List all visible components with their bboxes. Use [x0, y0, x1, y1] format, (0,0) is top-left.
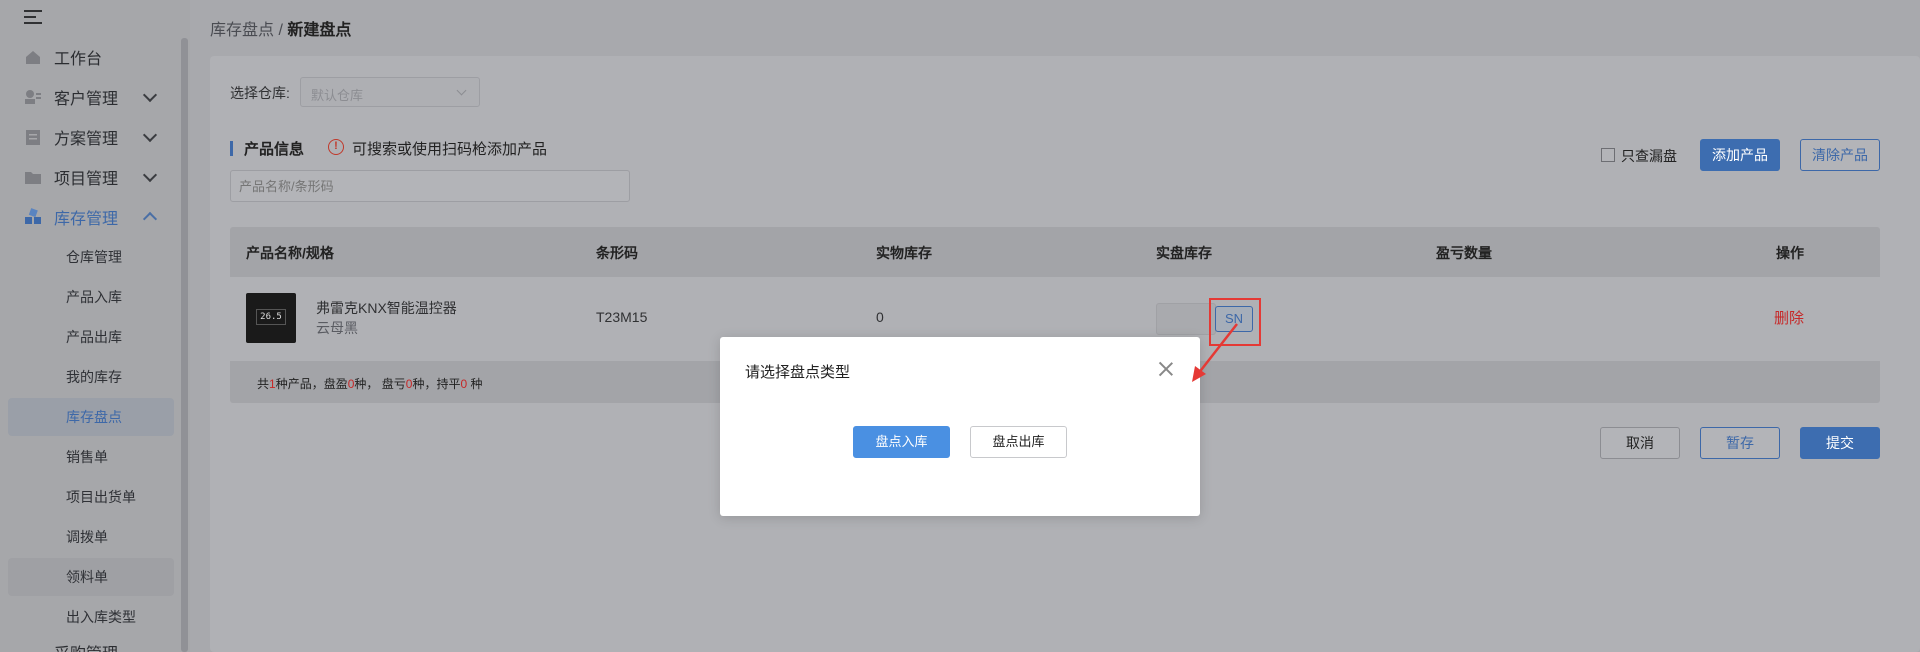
summary-text: 共 — [257, 377, 270, 391]
only-missing-checkbox[interactable] — [1601, 148, 1615, 162]
product-name: 弗雷克KNX智能温控器 — [316, 300, 457, 316]
breadcrumb-current: 新建盘点 — [287, 22, 352, 39]
section-title: 产品信息 — [244, 141, 305, 158]
column-header: 实物库存 — [876, 245, 932, 261]
column-header: 操作 — [1776, 245, 1804, 261]
sidebar-item-purchasing[interactable]: 采购管理 — [24, 638, 174, 652]
sidebar-item-label: 工作台 — [54, 51, 103, 68]
product-search-input[interactable] — [230, 170, 630, 202]
physical-stock: 0 — [876, 309, 884, 325]
cancel-button[interactable]: 取消 — [1600, 427, 1680, 459]
sidebar-item-projects[interactable]: 项目管理 — [24, 163, 174, 191]
dialog-title: 请选择盘点类型 — [745, 364, 851, 381]
chevron-down-icon — [142, 127, 158, 143]
sidebar-subitem-label: 产品出库 — [66, 329, 122, 345]
sidebar-subitem-requisition[interactable]: 领料单 — [8, 558, 174, 596]
stocktaking-out-button[interactable]: 盘点出库 — [970, 426, 1067, 458]
sidebar-item-inventory[interactable]: 库存管理 — [24, 203, 174, 231]
sidebar-subitem-label: 销售单 — [66, 449, 108, 465]
close-icon[interactable] — [1157, 360, 1175, 378]
section-marker — [230, 141, 233, 156]
sidebar-subitem-my-stock[interactable]: 我的库存 — [8, 358, 174, 396]
sidebar-subitem-label: 我的库存 — [66, 369, 122, 385]
annotation-arrow-icon — [1192, 323, 1238, 382]
sidebar-subitem-project-shipment[interactable]: 项目出货单 — [8, 478, 174, 516]
chevron-down-icon — [142, 87, 158, 103]
summary-text: 种产品，盘盈 — [275, 377, 348, 391]
delete-link[interactable]: 删除 — [1774, 307, 1804, 328]
sidebar-item-label: 方案管理 — [54, 131, 119, 148]
product-barcode: T23M15 — [596, 309, 648, 325]
sidebar-item-customers[interactable]: 客户管理 — [24, 83, 174, 111]
sidebar-item-label: 客户管理 — [54, 91, 119, 108]
column-header: 盈亏数量 — [1436, 245, 1492, 261]
column-header: 实盘库存 — [1156, 245, 1212, 261]
breadcrumb: 库存盘点 / 新建盘点 — [210, 16, 351, 40]
purchase-icon — [24, 643, 42, 652]
sidebar-subitem-stock-in[interactable]: 产品入库 — [8, 278, 174, 316]
sidebar-subitem-warehouse[interactable]: 仓库管理 — [8, 238, 174, 276]
stocktaking-in-button[interactable]: 盘点入库 — [853, 426, 950, 458]
sidebar-subitem-label: 领料单 — [66, 569, 108, 585]
summary-text: 种， 盘亏 — [354, 377, 406, 391]
sidebar-subitem-io-types[interactable]: 出入库类型 — [8, 598, 174, 636]
summary-count: 1 — [269, 377, 276, 391]
customer-icon — [24, 88, 42, 106]
sidebar-item-label: 项目管理 — [54, 171, 119, 188]
sidebar-subitem-transfer[interactable]: 调拨单 — [8, 518, 174, 556]
only-missing-label[interactable]: 只查漏盘 — [1621, 146, 1677, 166]
summary-text: 种，持平 — [412, 377, 461, 391]
folder-icon — [24, 168, 42, 186]
chevron-up-icon — [142, 211, 158, 227]
sidebar-subitem-sales-order[interactable]: 销售单 — [8, 438, 174, 476]
submit-button[interactable]: 提交 — [1800, 427, 1880, 459]
sidebar-subitem-label: 库存盘点 — [66, 409, 122, 425]
save-draft-button[interactable]: 暂存 — [1700, 427, 1780, 459]
sidebar-subitem-label: 产品入库 — [66, 289, 122, 305]
clear-products-button[interactable]: 清除产品 — [1800, 139, 1880, 171]
summary-text: 种 — [467, 377, 483, 391]
chevron-down-icon — [142, 167, 158, 183]
stocktaking-type-dialog: 请选择盘点类型 盘点入库 盘点出库 — [720, 337, 1200, 516]
menu-collapse-icon[interactable] — [24, 8, 44, 26]
column-header: 产品名称/规格 — [246, 245, 334, 261]
inventory-icon — [24, 208, 42, 226]
sidebar-item-label: 采购管理 — [54, 640, 118, 652]
warning-icon: ! — [328, 139, 344, 155]
add-product-button[interactable]: 添加产品 — [1700, 139, 1780, 171]
sidebar-subitem-stocktaking[interactable]: 库存盘点 — [8, 398, 174, 436]
sidebar-subitem-label: 出入库类型 — [66, 609, 136, 625]
warehouse-label: 选择仓库: — [230, 85, 290, 101]
document-icon — [24, 128, 42, 146]
sidebar-scrollbar[interactable] — [181, 38, 188, 652]
table-header: 产品名称/规格 条形码 实物库存 实盘库存 盈亏数量 操作 — [230, 227, 1880, 277]
sidebar-item-workbench[interactable]: 工作台 — [24, 43, 174, 71]
sidebar-subitem-label: 项目出货单 — [66, 489, 136, 505]
breadcrumb-parent[interactable]: 库存盘点 — [210, 22, 274, 39]
product-spec: 云母黑 — [316, 320, 358, 336]
sidebar-subitem-stock-out[interactable]: 产品出库 — [8, 318, 174, 356]
sidebar-item-label: 库存管理 — [54, 211, 119, 228]
column-header: 条形码 — [596, 245, 638, 261]
sidebar-item-solutions[interactable]: 方案管理 — [24, 123, 174, 151]
sidebar-subitem-label: 仓库管理 — [66, 249, 122, 265]
breadcrumb-separator: / — [278, 22, 283, 39]
product-thumbnail: 26.5 — [246, 293, 296, 343]
sidebar-subitem-label: 调拨单 — [66, 529, 108, 545]
warehouse-select-value: 默认仓库 — [311, 88, 364, 103]
chevron-down-icon — [456, 85, 467, 96]
home-icon — [24, 48, 42, 66]
warehouse-select[interactable]: 默认仓库 — [300, 77, 480, 107]
thermostat-display: 26.5 — [256, 309, 286, 325]
section-hint: 可搜索或使用扫码枪添加产品 — [352, 141, 548, 158]
sidebar: 工作台 客户管理 方案管理 项目管理 库存管理 仓库管理 产品入库 产品出库 我… — [0, 0, 190, 652]
